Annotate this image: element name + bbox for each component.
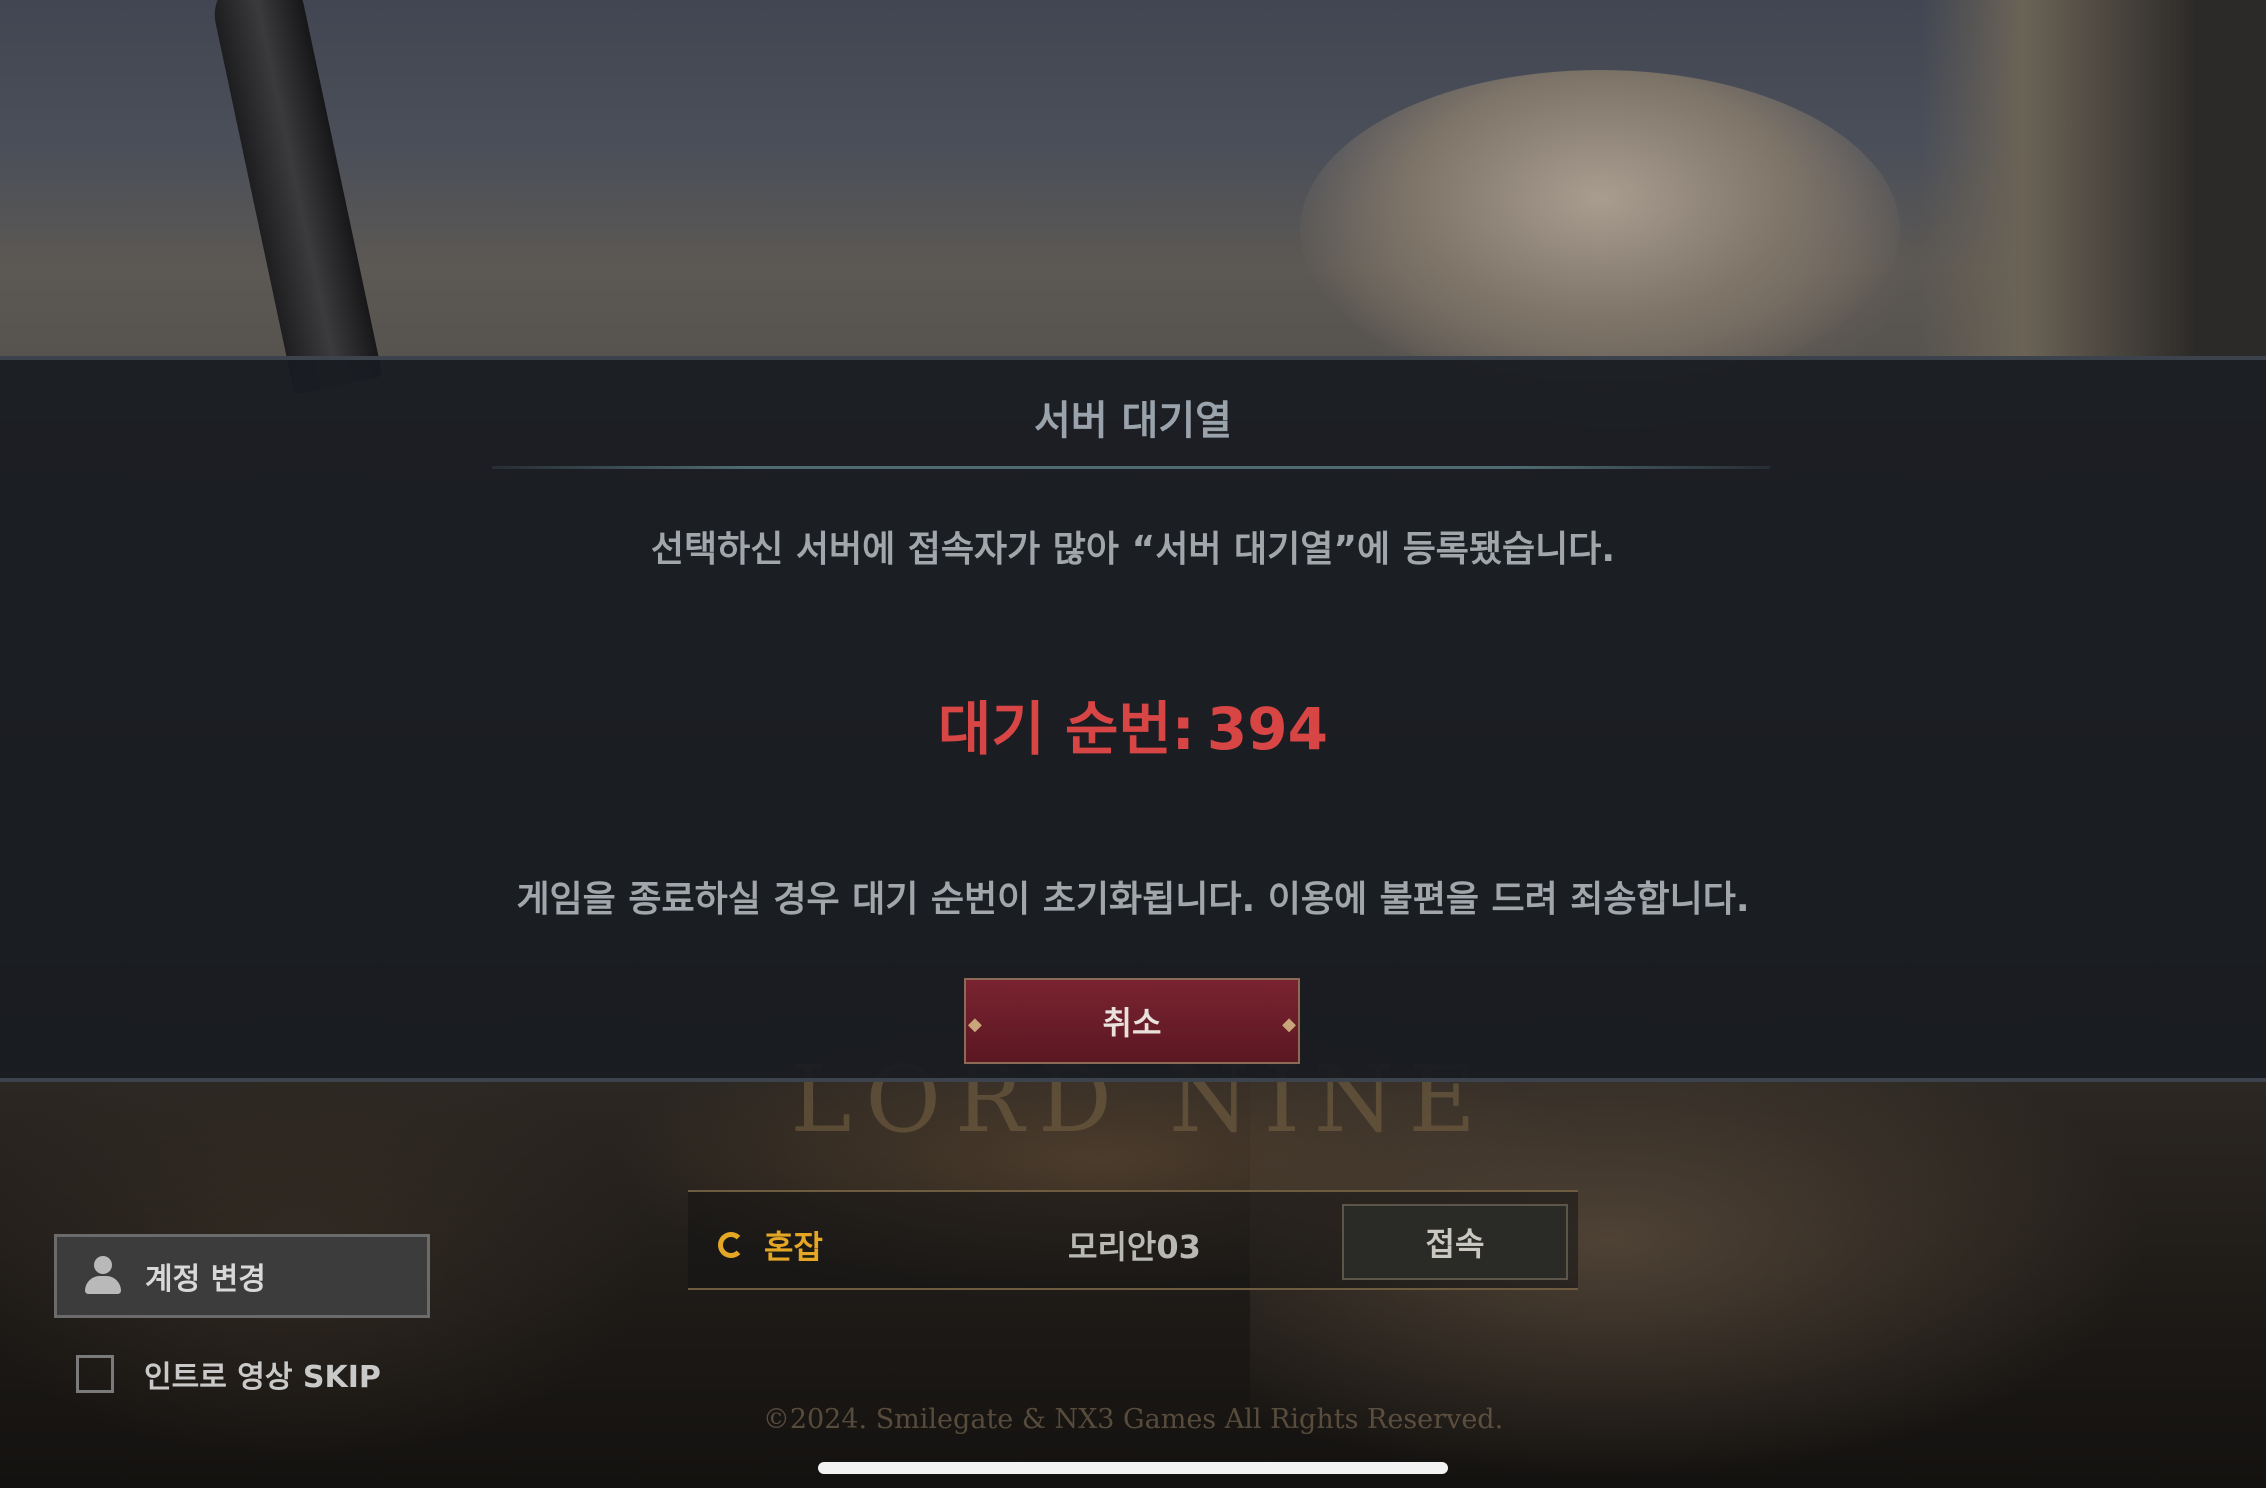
queue-position: 대기 순번: 394 [0,682,2266,766]
cancel-button-label: 취소 [1102,1004,1162,1042]
ornament-left-icon: ◆ [968,1014,982,1035]
queue-label: 대기 순번: [938,695,1195,763]
queue-note: 게임을 종료하실 경우 대기 순번이 초기화됩니다. 이용에 불편을 드려 죄송… [516,879,1750,920]
server-status-label: 혼잡 [764,1228,823,1266]
server-status: 혼잡 [718,1222,823,1268]
change-account-button[interactable]: 계정 변경 [54,1234,430,1318]
user-icon [83,1254,123,1298]
scenery-artwork [1920,0,2266,360]
home-indicator[interactable] [818,1462,1448,1474]
sword-artwork [207,0,383,395]
cancel-button[interactable]: ◆ 취소 ◆ [964,978,1300,1064]
queue-number: 394 [1206,695,1328,763]
copyright-text: ©2024. Smilegate & NX3 Games All Rights … [762,1404,1504,1435]
dialog-title: 서버 대기열 [1034,398,1232,444]
character-artwork [1300,70,1900,390]
server-select-bar: 혼잡 모리안03 접속 [688,1190,1578,1290]
connect-button[interactable]: 접속 [1342,1204,1568,1280]
congestion-icon [718,1232,744,1258]
server-queue-dialog: 서버 대기열 선택하신 서버에 접속자가 많아 “서버 대기열”에 등록됐습니다… [0,356,2266,1082]
title-divider [492,466,1770,469]
intro-skip-option: 인트로 영상 SKIP [76,1352,381,1396]
change-account-label: 계정 변경 [145,1262,266,1297]
ornament-right-icon: ◆ [1282,1014,1296,1035]
server-name[interactable]: 모리안03 [1068,1222,1201,1268]
queue-message: 선택하신 서버에 접속자가 많아 “서버 대기열”에 등록됐습니다. [650,529,1616,570]
intro-skip-checkbox[interactable] [76,1355,114,1393]
intro-skip-label[interactable]: 인트로 영상 SKIP [144,1352,381,1396]
